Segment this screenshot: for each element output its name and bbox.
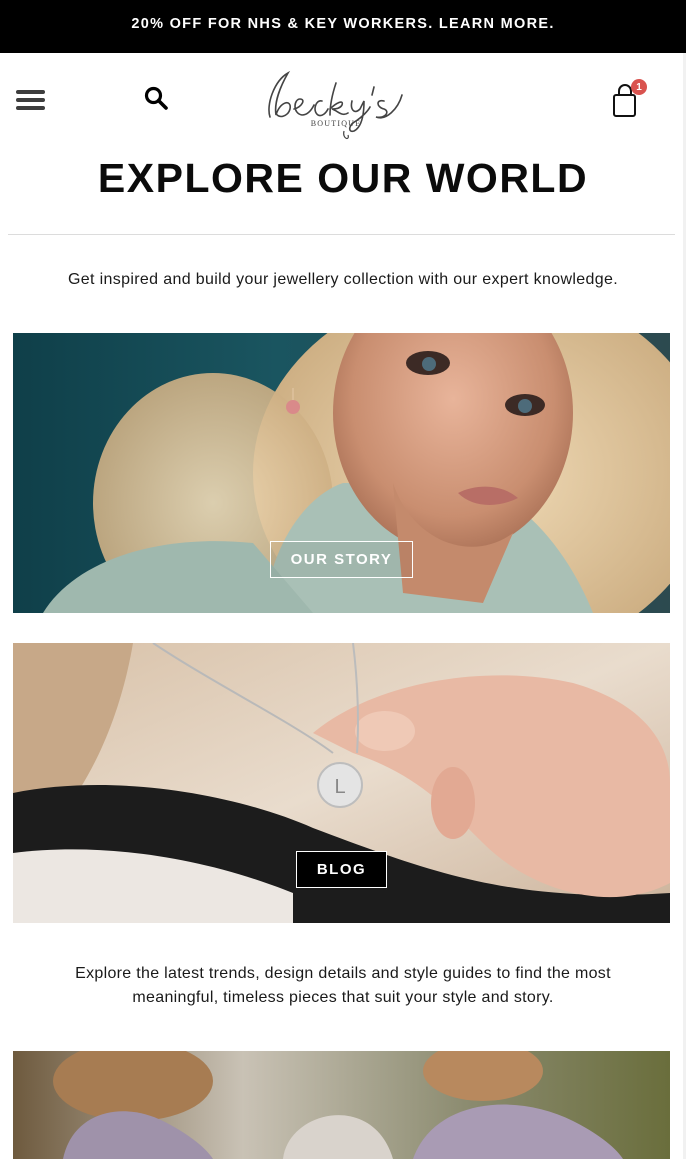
intro-text: Get inspired and build your jewellery co… [67, 271, 619, 288]
style-guides-tile[interactable] [13, 1051, 670, 1159]
title-divider [8, 234, 675, 235]
svg-text:L: L [334, 776, 345, 798]
hamburger-menu-icon[interactable] [16, 90, 45, 112]
bridesmaids-image [13, 1051, 670, 1159]
page-title: EXPLORE OUR WORLD [97, 155, 589, 201]
explore-description: Explore the latest trends, design detail… [75, 965, 611, 1006]
search-icon[interactable] [144, 86, 168, 110]
blog-tile[interactable]: L BLOG [13, 643, 670, 923]
promo-text[interactable]: 20% OFF FOR NHS & KEY WORKERS. LEARN MOR… [131, 16, 554, 32]
blog-button[interactable]: BLOG [296, 851, 387, 888]
site-header: BOUTIQUE 1 [0, 53, 686, 148]
logo-subtext: BOUTIQUE [311, 119, 361, 128]
beckys-boutique-logo[interactable]: BOUTIQUE [258, 65, 408, 141]
our-story-tile[interactable]: OUR STORY [13, 333, 670, 613]
cart-count-badge: 1 [631, 79, 647, 95]
promo-banner[interactable]: 20% OFF FOR NHS & KEY WORKERS. LEARN MOR… [0, 0, 686, 53]
our-story-button[interactable]: OUR STORY [270, 541, 413, 578]
